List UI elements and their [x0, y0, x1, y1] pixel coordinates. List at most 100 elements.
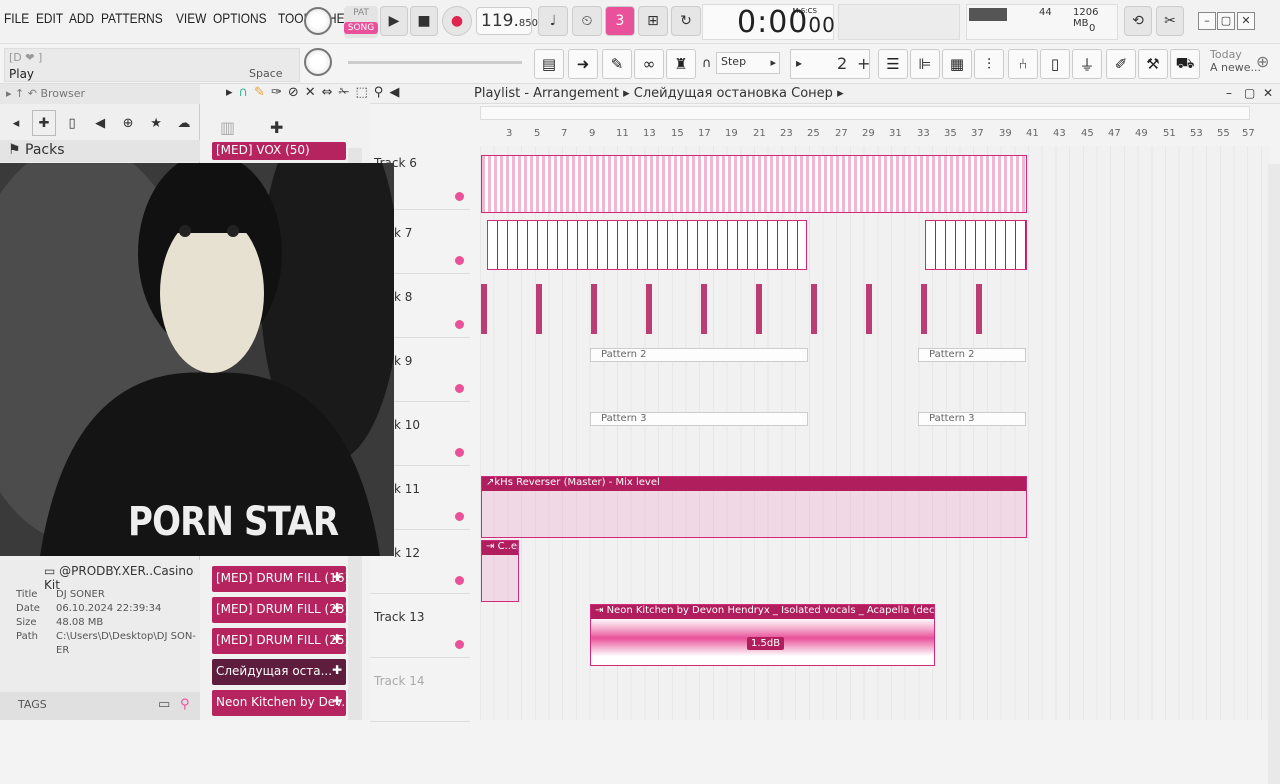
- master-pitch-knob[interactable]: [304, 48, 332, 76]
- tool-button[interactable]: ⚒: [1138, 49, 1168, 79]
- track-header[interactable]: Track 14: [370, 658, 470, 722]
- browser-globe-icon[interactable]: ⊕: [116, 110, 140, 136]
- track-mute-dot[interactable]: [455, 448, 464, 457]
- project-tree-button[interactable]: ⑃: [1008, 49, 1038, 79]
- track-mute-dot[interactable]: [455, 512, 464, 521]
- track-header[interactable]: Track 13: [370, 594, 470, 658]
- arrangement-name[interactable]: Слейдущая остановка Сонер: [634, 86, 833, 101]
- packs-folder[interactable]: ⚑ Packs: [0, 140, 200, 162]
- position-slider[interactable]: [348, 61, 522, 64]
- plugin-button[interactable]: ⏚: [1072, 49, 1102, 79]
- pattern-number-selector[interactable]: ▸ 2 +: [790, 49, 870, 79]
- cut-tool-button[interactable]: ✂: [1156, 6, 1184, 36]
- master-volume-knob[interactable]: [304, 7, 332, 35]
- timeline-ruler[interactable]: 3 5 7 9 11 13 15 17 19 21 23 25 27 29 31…: [480, 128, 1260, 144]
- playlist-maximize-icon[interactable]: ▢: [1244, 86, 1255, 100]
- tempo-display[interactable]: 119.850: [476, 7, 538, 35]
- pattern3-clips[interactable]: Pattern 3: [590, 412, 808, 468]
- audio-clip-track12[interactable]: ⇥ С..ер: [481, 540, 519, 602]
- snap-selector[interactable]: Step ▸: [716, 52, 780, 74]
- menu-patterns[interactable]: PATTERNS: [101, 10, 163, 26]
- playlist-close-icon[interactable]: ✕: [1263, 86, 1273, 100]
- audio-clip-track7[interactable]: [487, 220, 807, 270]
- channel-rack-button[interactable]: ▦: [942, 49, 972, 79]
- link-button[interactable]: ∞: [634, 49, 664, 79]
- select-tool-icon[interactable]: ⬚: [355, 85, 367, 100]
- step-edit-button[interactable]: ⊞: [638, 6, 668, 36]
- chan-picker-icon[interactable]: ✚: [270, 118, 283, 137]
- overview-scrollbar[interactable]: [480, 106, 1250, 120]
- play-button[interactable]: ▶: [380, 6, 408, 36]
- news-panel[interactable]: Today A newe...: [1210, 48, 1261, 74]
- browser-prev-icon[interactable]: ◂: [4, 110, 28, 136]
- pattern2-clips[interactable]: Pattern 2: [590, 348, 808, 404]
- shop-button[interactable]: ⛟: [1170, 49, 1200, 79]
- folder-icon[interactable]: ▭: [158, 697, 170, 712]
- search-icon[interactable]: ⚲: [180, 697, 190, 712]
- channel-item[interactable]: Neon Kitchen by Dev... ✚: [212, 690, 346, 716]
- metronome-button[interactable]: ♩: [538, 6, 568, 36]
- zoom-tool-icon[interactable]: ⚲: [374, 85, 384, 100]
- file-button[interactable]: ▯: [1040, 49, 1070, 79]
- browser-cloud-icon[interactable]: ☁: [172, 110, 196, 136]
- wait-input-button[interactable]: ⏲: [572, 6, 602, 36]
- globe-icon[interactable]: ⊕: [1256, 52, 1269, 71]
- minimize-button[interactable]: –: [1198, 12, 1216, 30]
- channel-item[interactable]: [MED] DRUM FILL (23) ✚: [212, 597, 346, 623]
- automation-clip[interactable]: ↗kHs Reverser (Master) - Mix level: [481, 476, 1027, 538]
- record-button[interactable]: ●: [442, 6, 472, 36]
- delete-tool-icon[interactable]: ⊘: [288, 85, 299, 100]
- arrow-tool-button[interactable]: ➜: [568, 49, 598, 79]
- magnet-tool-icon[interactable]: ∩: [239, 85, 249, 100]
- draw-tool-button[interactable]: ✎: [602, 49, 632, 79]
- typing-keyboard-button[interactable]: ♜: [666, 49, 696, 79]
- stop-button[interactable]: ■: [410, 6, 438, 36]
- neon-kitchen-clip[interactable]: ⇥ Neon Kitchen by Devon Hendryx _ Isolat…: [590, 604, 935, 666]
- hit-clips-track8[interactable]: [481, 284, 1031, 334]
- track-mute-dot[interactable]: [455, 384, 464, 393]
- pat-song-toggle[interactable]: PAT SONG: [344, 6, 378, 38]
- menu-add[interactable]: ADD: [69, 10, 94, 26]
- playlist-minimize-icon[interactable]: –: [1226, 86, 1232, 100]
- playlist-menu-icon[interactable]: ▸: [226, 85, 233, 100]
- recorder-button[interactable]: ✐: [1106, 49, 1136, 79]
- track-mute-dot[interactable]: [455, 320, 464, 329]
- browser-all-icon[interactable]: ✚: [31, 110, 57, 136]
- menu-options[interactable]: OPTIONS: [213, 10, 267, 26]
- paint-tool-icon[interactable]: ✑: [271, 85, 282, 100]
- song-time-display[interactable]: 0:0000 M:S:CS: [702, 4, 835, 40]
- channel-item[interactable]: [MED] VOX (50): [212, 142, 346, 160]
- close-button[interactable]: ✕: [1237, 12, 1255, 30]
- slice-tool-icon[interactable]: ✁: [339, 85, 350, 100]
- pattern-select-button[interactable]: ▤: [534, 49, 564, 79]
- pattern2-clips-b[interactable]: Pattern 2: [918, 348, 1026, 404]
- browser-file-icon[interactable]: ▯: [60, 110, 84, 136]
- browser-star-icon[interactable]: ★: [144, 110, 168, 136]
- audio-clip-track6[interactable]: [481, 155, 1027, 213]
- playlist-scrollbar[interactable]: [1268, 164, 1280, 784]
- countdown-button[interactable]: 3: [605, 6, 635, 36]
- menu-view[interactable]: VIEW: [176, 10, 206, 26]
- undo-button[interactable]: ⟲: [1124, 6, 1152, 36]
- track-mute-dot[interactable]: [455, 576, 464, 585]
- channel-item[interactable]: [MED] DRUM FILL (16) ✚: [212, 566, 346, 592]
- pencil-tool-icon[interactable]: ✎: [254, 85, 265, 100]
- channel-item[interactable]: [MED] DRUM FILL (25) ✚: [212, 628, 346, 654]
- chan-view-icon[interactable]: ▥: [220, 118, 235, 137]
- pattern3-clips-b[interactable]: Pattern 3: [918, 412, 1026, 468]
- channel-item[interactable]: Слейдущая оста... ✚: [212, 659, 346, 685]
- track-mute-dot[interactable]: [455, 192, 464, 201]
- maximize-button[interactable]: ▢: [1217, 12, 1235, 30]
- browser-speaker-icon[interactable]: ◀: [88, 110, 112, 136]
- mute-tool-icon[interactable]: ✕: [305, 85, 316, 100]
- piano-roll-button[interactable]: ⊫: [910, 49, 940, 79]
- loop-record-button[interactable]: ↻: [671, 6, 701, 36]
- playlist-view-button[interactable]: ☰: [878, 49, 908, 79]
- playback-tool-icon[interactable]: ◀: [389, 85, 399, 100]
- audio-clip-track7b[interactable]: [925, 220, 1027, 270]
- menu-file[interactable]: FILE: [4, 10, 29, 26]
- track-mute-dot[interactable]: [455, 256, 464, 265]
- slip-tool-icon[interactable]: ⇔: [322, 85, 333, 100]
- mixer-button[interactable]: ⫶: [974, 49, 1004, 79]
- menu-edit[interactable]: EDIT: [36, 10, 63, 26]
